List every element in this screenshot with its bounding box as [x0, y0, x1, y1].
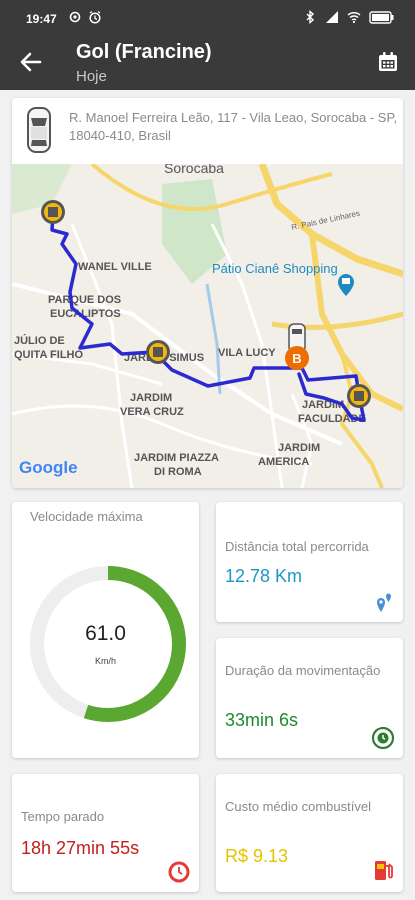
fuel-cost-value: R$ 9.13 — [225, 846, 289, 866]
google-logo: Google — [19, 458, 78, 477]
fuel-pump-icon — [375, 861, 393, 880]
period-subtitle: Hoje — [76, 68, 107, 85]
stop-marker-icon[interactable] — [347, 384, 371, 408]
distance-card: Distância total percorrida 12.78 Km — [216, 502, 403, 622]
map-label-vera-1: JARDIM — [130, 392, 172, 404]
trip-map-card: R. Manoel Ferreira Leão, 117 - Vila Leao… — [12, 98, 403, 488]
route-map[interactable]: Sorocaba R. Pais de Linhares WANEL VILLE… — [12, 164, 403, 488]
stop-marker-icon[interactable] — [41, 200, 65, 224]
battery-icon — [369, 10, 394, 24]
distance-label: Distância total percorrida — [225, 539, 369, 554]
map-label-america-1: JARDIM — [278, 442, 320, 454]
car-icon — [27, 107, 51, 153]
map-label-america-2: AMERICA — [258, 456, 309, 468]
distance-value: 12.78 Km — [225, 566, 303, 586]
map-label-vila-lucy: VILA LUCY — [218, 347, 276, 359]
status-time: 19:47 — [26, 12, 57, 26]
idle-time-value: 18h 27min 55s — [21, 838, 140, 858]
signal-icon — [326, 11, 338, 23]
fuel-cost-card: Custo médio combustível R$ 9.13 — [216, 774, 403, 892]
end-marker-label: B — [292, 351, 301, 366]
clock-icon — [168, 861, 190, 883]
fuel-cost-label: Custo médio combustível — [225, 799, 371, 814]
map-label-patio: Pátio Cianê Shopping — [212, 261, 338, 276]
map-label-piazza-2: DI ROMA — [154, 466, 202, 478]
idle-time-label: Tempo parado — [21, 809, 105, 824]
map-label-sorocaba: Sorocaba — [164, 164, 224, 176]
max-speed-value: 61.0 — [85, 622, 126, 645]
wifi-icon — [347, 11, 361, 24]
map-label-piazza-1: JARDIM PIAZZA — [134, 452, 219, 464]
map-label-vera-2: VERA CRUZ — [120, 406, 184, 418]
duration-label: Duração da movimentação — [225, 663, 381, 678]
status-bar: 19:47 — [0, 0, 415, 36]
map-label-julio-2: QUITA FILHO — [14, 349, 83, 361]
alarm-icon — [89, 10, 101, 24]
vehicle-title: Gol (Francine) — [76, 41, 212, 63]
back-arrow-icon[interactable] — [18, 49, 44, 75]
gear-icon — [69, 11, 81, 23]
max-speed-label: Velocidade máxima — [30, 509, 143, 524]
map-label-julio-1: JÚLIO DE — [14, 334, 65, 347]
bluetooth-icon — [306, 10, 315, 24]
map-label-parque-1: PARQUE DOS — [48, 294, 121, 306]
max-speed-unit: Km/h — [94, 656, 116, 666]
max-speed-card: Velocidade máxima 61.0 Km/h — [12, 502, 199, 758]
map-label-wanel: WANEL VILLE — [78, 261, 152, 273]
trip-address: R. Manoel Ferreira Leão, 117 - Vila Leao… — [69, 110, 398, 143]
stop-marker-icon[interactable] — [146, 340, 170, 364]
end-marker-icon[interactable]: B — [285, 346, 309, 370]
duration-card: Duração da movimentação 33min 6s — [216, 638, 403, 758]
app-bar: Gol (Francine) Hoje — [0, 36, 415, 90]
clock-refresh-icon — [371, 726, 395, 750]
duration-value: 33min 6s — [225, 710, 299, 730]
calendar-icon[interactable] — [375, 49, 401, 75]
idle-time-card: Tempo parado 18h 27min 55s — [12, 774, 199, 892]
map-pins-icon — [377, 593, 391, 612]
